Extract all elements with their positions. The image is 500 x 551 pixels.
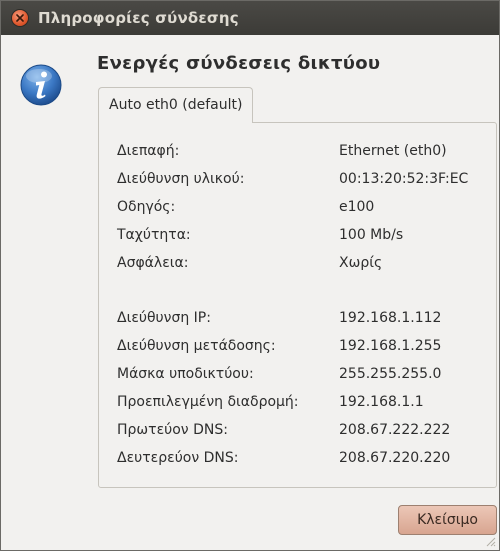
security-value: Χωρίς (339, 255, 383, 271)
secondary-dns-value: 208.67.220.220 (339, 450, 451, 466)
detail-row: Μάσκα υποδικτύου: 255.255.255.0 (117, 366, 490, 386)
info-icon (20, 64, 62, 106)
hardware-address-label: Διεύθυνση υλικού: (117, 171, 245, 187)
subnet-mask-label: Μάσκα υποδικτύου: (117, 366, 254, 382)
connections-heading: Ενεργές σύνδεσεις δικτύου (97, 53, 381, 74)
interface-label: Διεπαφή: (117, 143, 180, 159)
detail-row: Διεπαφή: Ethernet (eth0) (117, 143, 490, 163)
hardware-address-value: 00:13:20:52:3F:EC (339, 171, 469, 187)
default-route-label: Προεπιλεγμένη διαδρομή: (117, 394, 299, 410)
detail-row: Πρωτεύον DNS: 208.67.222.222 (117, 422, 490, 442)
detail-row: Δευτερεύον DNS: 208.67.220.220 (117, 450, 490, 470)
connection-details-panel: Διεπαφή: Ethernet (eth0) Διεύθυνση υλικο… (98, 122, 497, 488)
resize-grip-icon[interactable] (484, 535, 496, 547)
broadcast-address-label: Διεύθυνση μετάδοσης: (117, 338, 276, 354)
secondary-dns-label: Δευτερεύον DNS: (117, 450, 239, 466)
detail-row: Διεύθυνση υλικού: 00:13:20:52:3F:EC (117, 171, 490, 191)
ip-address-label: Διεύθυνση IP: (117, 310, 211, 326)
detail-row: Διεύθυνση IP: 192.168.1.112 (117, 310, 490, 330)
driver-label: Οδηγός: (117, 199, 176, 215)
detail-row: Ταχύτητα: 100 Mb/s (117, 227, 490, 247)
ip-address-value: 192.168.1.112 (339, 310, 442, 326)
close-icon (16, 14, 24, 22)
default-route-value: 192.168.1.1 (339, 394, 424, 410)
close-button[interactable]: Κλείσιμο (398, 505, 497, 535)
detail-row: Ασφάλεια: Χωρίς (117, 255, 490, 275)
broadcast-address-value: 192.168.1.255 (339, 338, 442, 354)
primary-dns-value: 208.67.222.222 (339, 422, 451, 438)
primary-dns-label: Πρωτεύον DNS: (117, 422, 228, 438)
driver-value: e100 (339, 199, 375, 215)
speed-label: Ταχύτητα: (117, 227, 191, 243)
tab-auto-eth0[interactable]: Auto eth0 (default) (98, 87, 254, 123)
detail-row: Οδηγός: e100 (117, 199, 490, 219)
detail-row: Προεπιλεγμένη διαδρομή: 192.168.1.1 (117, 394, 490, 414)
connection-info-window: Πληροφορίες σύνδεσης Ενεργές σύνδεσεις δ… (0, 0, 500, 551)
security-label: Ασφάλεια: (117, 255, 189, 271)
title-bar[interactable]: Πληροφορίες σύνδεσης (1, 1, 499, 35)
detail-row: Διεύθυνση μετάδοσης: 192.168.1.255 (117, 338, 490, 358)
window-title: Πληροφορίες σύνδεσης (38, 9, 239, 27)
interface-value: Ethernet (eth0) (339, 143, 447, 159)
speed-value: 100 Mb/s (339, 227, 404, 243)
subnet-mask-value: 255.255.255.0 (339, 366, 442, 382)
window-close-button[interactable] (12, 10, 28, 26)
